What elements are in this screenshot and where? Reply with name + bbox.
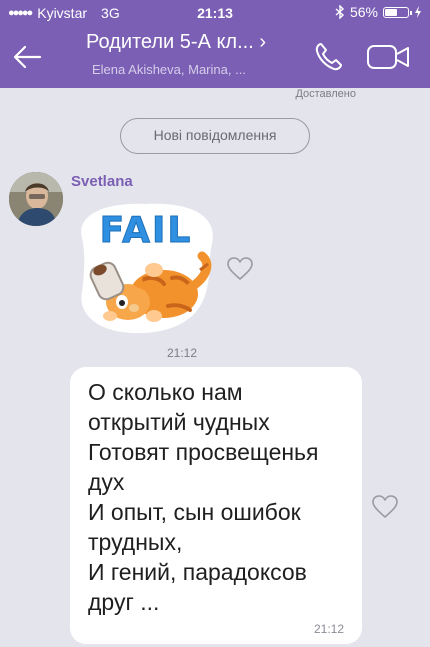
status-bar: ●●●●● Kyivstar 3G 21:13 56% — [0, 0, 430, 26]
message-line: дух — [88, 469, 125, 495]
avatar-photo — [9, 172, 63, 226]
charging-bolt-icon — [415, 6, 421, 18]
battery-icon — [383, 6, 412, 18]
back-arrow-icon[interactable] — [10, 40, 44, 74]
heart-outline-icon[interactable] — [226, 256, 254, 282]
chat-header: ●●●●● Kyivstar 3G 21:13 56% Родители 5-А… — [0, 0, 430, 88]
message-line: открытий чудных — [88, 409, 270, 435]
sender-name[interactable]: Svetlana — [71, 173, 133, 190]
sender-avatar[interactable] — [9, 172, 63, 226]
heart-outline-icon[interactable] — [371, 494, 399, 520]
battery-fill — [385, 8, 397, 16]
message-timestamp: 21:12 — [313, 622, 344, 636]
battery-percent: 56% — [349, 4, 378, 20]
delivered-status: Доставлено — [295, 88, 356, 100]
message-line: друг ... — [88, 589, 160, 615]
battery-tip — [410, 10, 412, 15]
bluetooth-icon — [335, 5, 344, 19]
chat-title[interactable]: Родители 5-А кл... › — [86, 31, 266, 54]
message-line: О сколько нам — [88, 379, 243, 405]
message-line: И гений, парадоксов — [88, 559, 307, 585]
message-line: Готовят просвещенья — [88, 439, 319, 465]
fail-cat-sticker[interactable]: FAIL — [72, 198, 220, 338]
sticker-fail-text: FAIL — [100, 210, 193, 251]
message-bubble[interactable]: О сколько нам открытий чудных Готовят пр… — [70, 367, 362, 644]
phone-icon[interactable] — [312, 40, 346, 74]
status-right: 56% — [335, 4, 422, 20]
sticker-timestamp: 21:12 — [167, 346, 198, 360]
message-line: трудных, — [88, 529, 183, 555]
message-line: И опыт, сын ошибок — [88, 499, 301, 525]
video-call-icon[interactable] — [366, 42, 412, 72]
chat-participants[interactable]: Elena Akisheva, Marina, ... — [92, 62, 246, 77]
new-messages-divider[interactable]: Нові повідомлення — [120, 118, 310, 154]
